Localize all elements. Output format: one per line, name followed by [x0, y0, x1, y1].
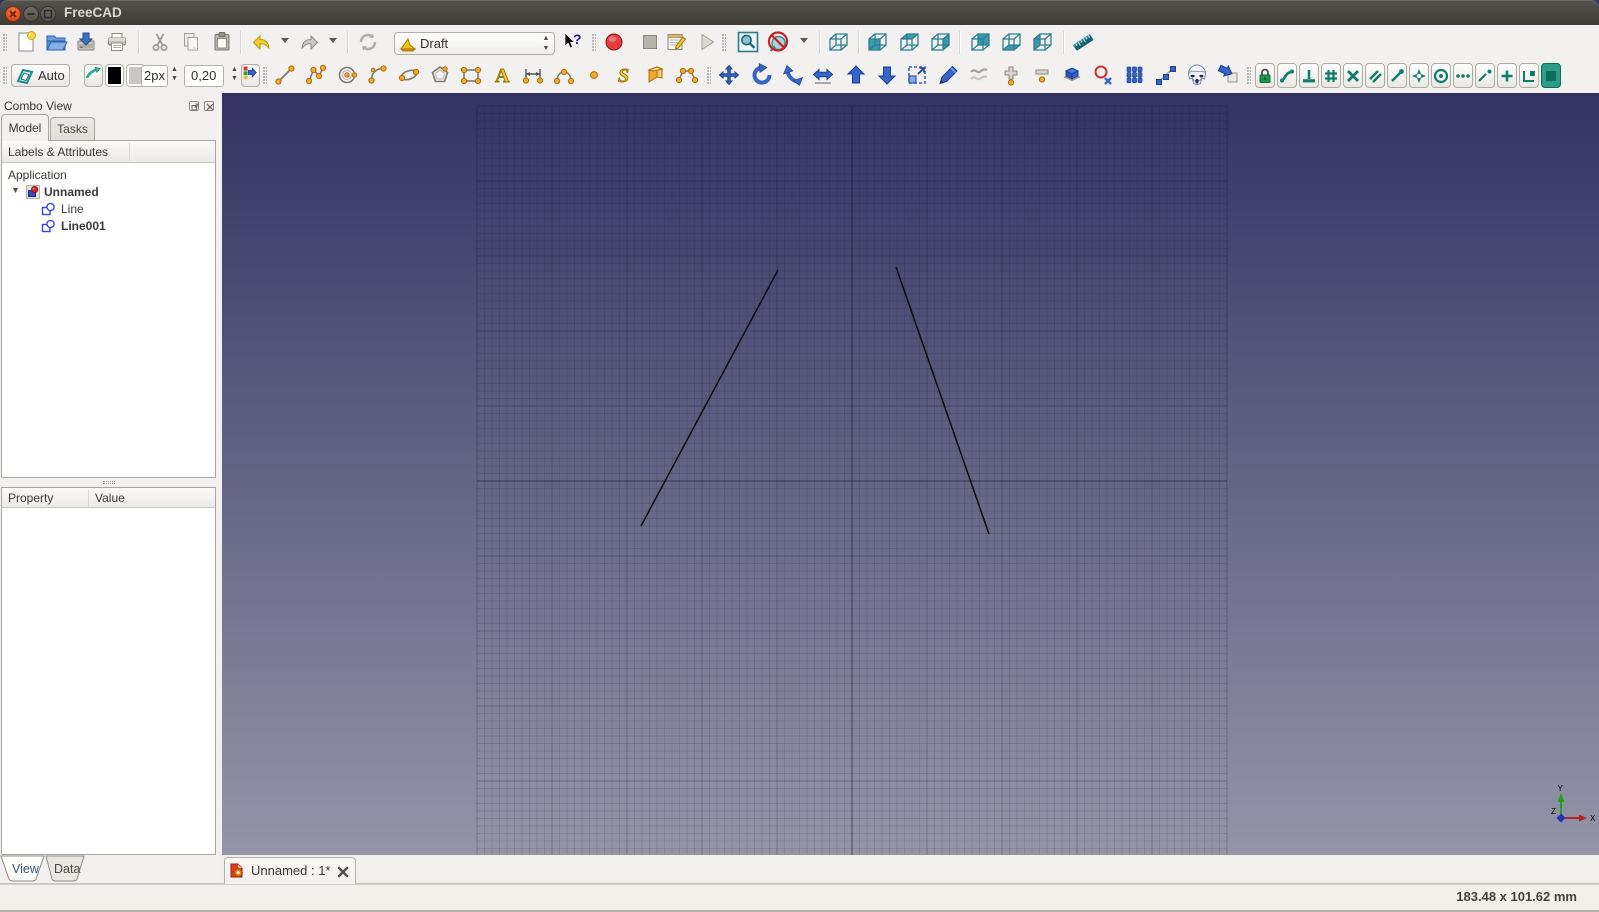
svg-text:?: ? [573, 31, 582, 47]
svg-text:Y: Y [1558, 784, 1564, 793]
svg-text:View: View [12, 862, 40, 876]
svg-text:Data: Data [54, 862, 80, 876]
svg-text:A: A [495, 65, 510, 87]
svg-text:X: X [1590, 814, 1596, 823]
svg-text:Z: Z [1551, 807, 1556, 816]
svg-text:S: S [618, 65, 629, 87]
